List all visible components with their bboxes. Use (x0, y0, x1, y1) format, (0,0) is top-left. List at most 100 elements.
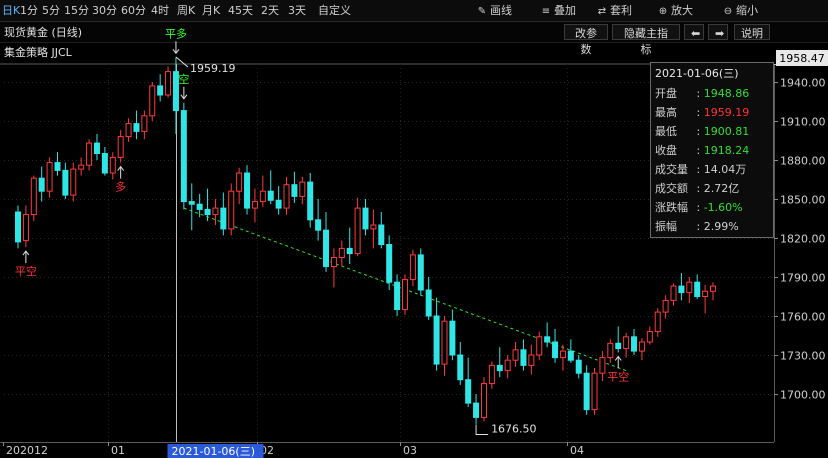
candle-body-up (710, 285, 716, 292)
info-row-separator: : (693, 220, 704, 233)
candle-body-down (552, 341, 559, 359)
info-row-label: 最低 (655, 125, 677, 138)
candle-body-down (62, 169, 69, 196)
candle-body-down (378, 224, 385, 245)
y-tick-label: 1940.00 (780, 77, 826, 90)
candle-body-up (46, 162, 53, 192)
candle-body-down (465, 379, 472, 404)
x-tick-label: 01 (111, 444, 125, 457)
signal-label: 平空 (15, 264, 37, 278)
candle-body-up (330, 257, 337, 268)
signal-label: 空 (178, 72, 189, 86)
low-annotation-leader (475, 424, 489, 436)
candle-body-up (662, 299, 669, 313)
candle-body-up (236, 172, 243, 192)
y-tick-label: 1790.00 (780, 272, 826, 285)
info-row: 最高 : 1959.19 (655, 104, 749, 122)
candle-body-down (394, 281, 401, 311)
candle-body-down (54, 162, 61, 171)
candle-body-up (488, 364, 495, 385)
candle-body-down (386, 244, 393, 283)
candle-body-up (109, 156, 116, 174)
info-row-value: -1.60% (703, 201, 743, 214)
y-tick-label: 1880.00 (780, 155, 826, 168)
candle-body-up (559, 350, 566, 359)
candle-body-up (117, 136, 124, 158)
info-row-separator: : (693, 201, 704, 214)
y-tick-label: 1700.00 (780, 389, 826, 402)
info-row: 成交量 : 14.04万 (655, 161, 746, 179)
candle-body-down (180, 110, 187, 203)
candle-body-down (694, 281, 701, 298)
candle-body-down (93, 142, 100, 155)
info-row-label: 振幅 (655, 220, 677, 233)
candle-body-up (512, 349, 519, 361)
candle-body-up (480, 383, 487, 418)
high-annotation-leader (175, 56, 189, 68)
candle-body-down (244, 172, 251, 209)
candle-body-down (267, 190, 274, 201)
candle-body-down (307, 181, 314, 221)
candle-body-up (165, 71, 172, 96)
candle-body-up (251, 201, 258, 209)
candle-body-up (646, 331, 653, 343)
candle-body-down (583, 372, 590, 411)
candle-body-down (204, 208, 211, 216)
candle-body-down (520, 349, 527, 366)
candle-body-down (291, 184, 298, 197)
info-row-label: 成交额 (655, 182, 688, 195)
candle-body-up (30, 177, 37, 216)
candle-body-up (149, 85, 156, 117)
x-tick-label: 202012 (6, 444, 48, 457)
y-tick-label: 1850.00 (780, 194, 826, 207)
candle-body-up (654, 311, 661, 333)
signal-label: 平空 (607, 369, 629, 383)
candle-body-up (591, 372, 598, 411)
candle-body-down (315, 219, 322, 231)
candle-body-up (86, 142, 93, 166)
candle-body-down (157, 85, 164, 96)
candle-body-down (544, 336, 551, 343)
signal-label: 平多 (165, 26, 187, 40)
candle-body-up (70, 168, 77, 196)
candle-body-up (78, 164, 85, 170)
candle-body-down (346, 247, 353, 255)
info-row-separator: : (693, 144, 704, 157)
info-row: 振幅 : 2.99% (655, 218, 739, 236)
candle-body-down (567, 350, 574, 361)
info-row-value: 1900.81 (703, 125, 750, 138)
candle-body-down (496, 364, 503, 372)
y-tick-label: 1820.00 (780, 233, 826, 246)
info-row-label: 涨跌幅 (655, 201, 688, 214)
candle-body-down (449, 320, 456, 356)
candle-body-down (473, 402, 480, 418)
candle-body-up (504, 359, 511, 372)
candle-body-down (133, 123, 140, 132)
info-row: 收盘 : 1918.24 (655, 142, 749, 160)
candle-body-up (338, 247, 345, 258)
info-row-value: 2.99% (703, 220, 739, 233)
candle-body-down (457, 354, 464, 381)
candle-body-down (220, 207, 227, 230)
candle-body-up (125, 123, 132, 138)
candle-body-up (607, 342, 614, 359)
info-row-value: 1948.86 (703, 87, 750, 100)
info-row-value: 1959.19 (703, 106, 750, 119)
ohlc-info-panel: 2021-01-06(三) 开盘 : 1948.86 最高 : 1959.19 最低… (650, 62, 774, 238)
candle-body-up (623, 336, 630, 349)
info-row-value: 1918.24 (703, 144, 750, 157)
crosshair-price-label: 1958.47 (779, 52, 825, 65)
candle-body-up (283, 184, 290, 209)
candle-body-down (678, 285, 685, 294)
candle-body-up (638, 341, 645, 352)
candle-body-up (299, 181, 306, 197)
candle-body-down (323, 229, 330, 268)
candle-body-up (702, 290, 709, 297)
info-row-separator: : (693, 182, 704, 195)
info-row: 开盘 : 1948.86 (655, 85, 749, 103)
candle-body-up (354, 207, 361, 255)
x-tick-label: 04 (570, 444, 584, 457)
y-tick-label: 1910.00 (780, 116, 826, 129)
candle-body-down (575, 359, 582, 374)
candle-body-up (141, 115, 148, 132)
